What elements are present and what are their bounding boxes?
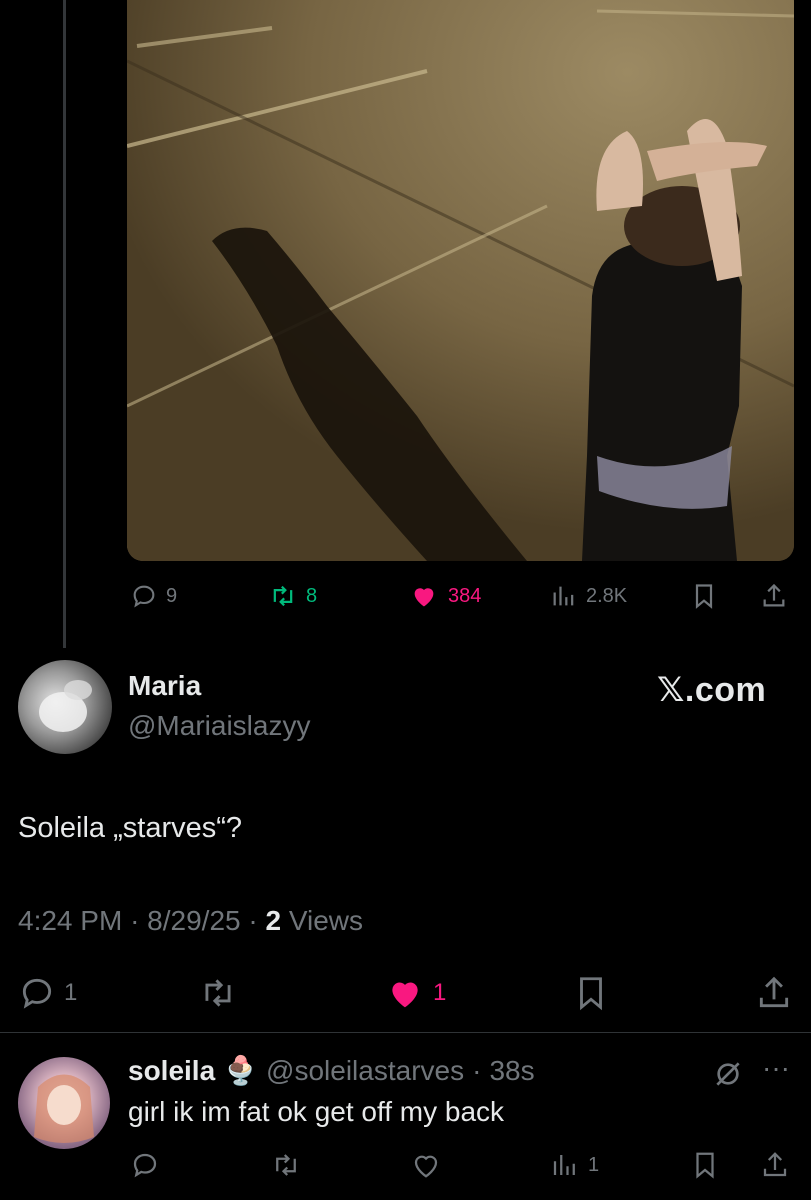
like-action[interactable]: 384	[408, 582, 481, 610]
tweet-photo[interactable]	[127, 0, 794, 561]
share-action[interactable]	[760, 1150, 790, 1180]
reply-action[interactable]: 9	[130, 582, 177, 610]
more-options-icon[interactable]: ···	[762, 1052, 790, 1084]
like-count: 384	[448, 584, 482, 607]
grok-icon[interactable]	[712, 1058, 744, 1095]
x-watermark: 𝕏.com	[657, 671, 767, 709]
author-name[interactable]: Maria	[128, 670, 201, 702]
divider	[0, 1032, 811, 1033]
retweet-icon	[276, 1154, 296, 1176]
reply-avatar[interactable]	[18, 1057, 110, 1149]
tweet-text: Soleila „starves“?	[18, 812, 243, 844]
reply-separator: ·	[472, 1054, 482, 1086]
avatar[interactable]	[18, 660, 112, 754]
views-number: 2	[265, 905, 282, 936]
share-action[interactable]	[755, 974, 793, 1012]
reply-icon	[133, 585, 155, 608]
views-icon	[553, 1155, 575, 1175]
thread-line	[63, 0, 66, 648]
retweet-action[interactable]	[270, 1150, 302, 1180]
meta-separator: ·	[248, 905, 258, 936]
reply-icon	[22, 978, 52, 1009]
views-label: Views	[288, 905, 364, 936]
reply-action[interactable]: 1	[18, 974, 77, 1012]
bookmark-icon	[695, 584, 713, 609]
heart-filled-icon	[414, 588, 434, 607]
share-icon	[759, 976, 789, 1008]
views-action[interactable]: 2.8K	[550, 582, 627, 610]
heart-outline-icon	[414, 1155, 438, 1178]
reply-count: 9	[166, 584, 178, 607]
ice-cream-emoji: 🍨	[223, 1055, 259, 1086]
tweet-meta: 4:24 PM · 8/29/25 · 2 Views	[18, 905, 363, 937]
retweet-action[interactable]	[198, 974, 238, 1012]
reply-icon	[133, 1153, 157, 1178]
tweet-time[interactable]: 4:24 PM	[18, 905, 122, 936]
share-icon	[763, 1152, 787, 1177]
retweet-icon	[273, 585, 293, 607]
reply-header: soleila 🍨 @soleilastarves · 38s	[128, 1054, 535, 1087]
bookmark-action[interactable]	[572, 974, 610, 1012]
reply-count: 1	[64, 979, 78, 1006]
share-icon	[763, 583, 785, 607]
retweet-count: 8	[306, 584, 318, 607]
views-count: 1	[588, 1153, 600, 1176]
bookmark-icon	[580, 977, 602, 1011]
bookmark-action[interactable]	[690, 582, 718, 610]
meta-separator: ·	[130, 905, 140, 936]
tweet-date[interactable]: 8/29/25	[147, 905, 240, 936]
bookmark-action[interactable]	[690, 1150, 720, 1180]
views-icon	[553, 586, 574, 606]
like-action[interactable]: 1	[385, 974, 446, 1012]
heart-filled-icon	[392, 982, 418, 1008]
views-count: 2.8K	[586, 584, 628, 607]
like-action[interactable]	[410, 1150, 442, 1180]
retweet-icon	[205, 979, 231, 1007]
reply-time[interactable]: 38s	[489, 1055, 534, 1087]
retweet-action[interactable]: 8	[268, 582, 317, 610]
like-count: 1	[433, 979, 447, 1006]
views-action[interactable]: 1	[550, 1150, 599, 1180]
reply-action[interactable]	[130, 1150, 160, 1180]
bookmark-icon	[696, 1152, 714, 1179]
share-action[interactable]	[760, 582, 788, 610]
author-handle[interactable]: @Mariaislazyy	[128, 710, 310, 742]
reply-author-name[interactable]: soleila	[128, 1055, 215, 1087]
reply-text: girl ik im fat ok get off my back	[128, 1096, 505, 1127]
reply-author-handle[interactable]: @soleilastarves	[266, 1055, 464, 1087]
